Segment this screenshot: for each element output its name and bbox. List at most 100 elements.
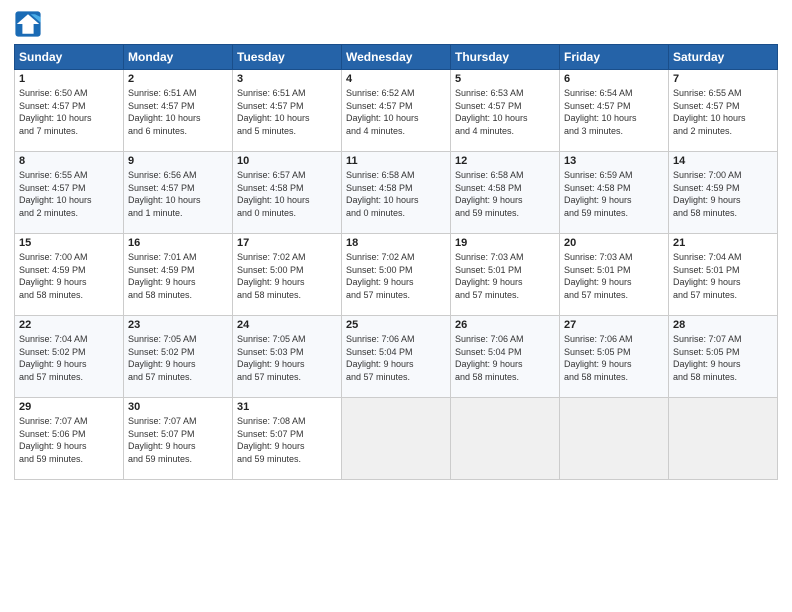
day-number: 9 bbox=[128, 155, 228, 167]
calendar-cell: 22 Sunrise: 7:04 AM Sunset: 5:02 PM Dayli… bbox=[15, 316, 124, 398]
day-number: 1 bbox=[19, 73, 119, 85]
calendar-week-4: 22 Sunrise: 7:04 AM Sunset: 5:02 PM Dayli… bbox=[15, 316, 778, 398]
calendar-cell: 7 Sunrise: 6:55 AM Sunset: 4:57 PM Daylig… bbox=[669, 70, 778, 152]
calendar-cell: 12 Sunrise: 6:58 AM Sunset: 4:58 PM Dayli… bbox=[451, 152, 560, 234]
day-info: Sunrise: 6:52 AM Sunset: 4:57 PM Dayligh… bbox=[346, 87, 446, 137]
day-info: Sunrise: 7:07 AM Sunset: 5:05 PM Dayligh… bbox=[673, 333, 773, 383]
day-number: 24 bbox=[237, 319, 337, 331]
calendar-cell: 5Sunrise: 6:53 AM Sunset: 4:57 PM Daylig… bbox=[451, 70, 560, 152]
day-number: 22 bbox=[19, 319, 119, 331]
day-number: 6 bbox=[564, 73, 664, 85]
day-info: Sunrise: 7:04 AM Sunset: 5:02 PM Dayligh… bbox=[19, 333, 119, 383]
day-number: 15 bbox=[19, 237, 119, 249]
day-info: Sunrise: 6:51 AM Sunset: 4:57 PM Dayligh… bbox=[237, 87, 337, 137]
day-number: 30 bbox=[128, 401, 228, 413]
header bbox=[14, 10, 778, 38]
calendar-cell: 19 Sunrise: 7:03 AM Sunset: 5:01 PM Dayli… bbox=[451, 234, 560, 316]
day-info: Sunrise: 7:06 AM Sunset: 5:05 PM Dayligh… bbox=[564, 333, 664, 383]
col-header-saturday: Saturday bbox=[669, 45, 778, 70]
day-number: 31 bbox=[237, 401, 337, 413]
calendar-cell bbox=[342, 398, 451, 480]
day-info: Sunrise: 7:05 AM Sunset: 5:03 PM Dayligh… bbox=[237, 333, 337, 383]
day-info: Sunrise: 7:03 AM Sunset: 5:01 PM Dayligh… bbox=[455, 251, 555, 301]
calendar-cell: 2 Sunrise: 6:51 AM Sunset: 4:57 PM Daylig… bbox=[124, 70, 233, 152]
calendar-cell: 28 Sunrise: 7:07 AM Sunset: 5:05 PM Dayli… bbox=[669, 316, 778, 398]
day-info: Sunrise: 7:01 AM Sunset: 4:59 PM Dayligh… bbox=[128, 251, 228, 301]
col-header-tuesday: Tuesday bbox=[233, 45, 342, 70]
day-info: Sunrise: 7:05 AM Sunset: 5:02 PM Dayligh… bbox=[128, 333, 228, 383]
day-number: 16 bbox=[128, 237, 228, 249]
day-number: 10 bbox=[237, 155, 337, 167]
calendar-cell: 25Sunrise: 7:06 AM Sunset: 5:04 PM Dayli… bbox=[342, 316, 451, 398]
col-header-monday: Monday bbox=[124, 45, 233, 70]
col-header-wednesday: Wednesday bbox=[342, 45, 451, 70]
page-container: SundayMondayTuesdayWednesdayThursdayFrid… bbox=[0, 0, 792, 488]
calendar-header-row: SundayMondayTuesdayWednesdayThursdayFrid… bbox=[15, 45, 778, 70]
day-number: 4 bbox=[346, 73, 446, 85]
calendar-cell: 10Sunrise: 6:57 AM Sunset: 4:58 PM Dayli… bbox=[233, 152, 342, 234]
day-info: Sunrise: 6:59 AM Sunset: 4:58 PM Dayligh… bbox=[564, 169, 664, 219]
calendar-cell: 24 Sunrise: 7:05 AM Sunset: 5:03 PM Dayli… bbox=[233, 316, 342, 398]
day-number: 26 bbox=[455, 319, 555, 331]
calendar-cell: 1 Sunrise: 6:50 AM Sunset: 4:57 PM Daylig… bbox=[15, 70, 124, 152]
calendar-cell: 21 Sunrise: 7:04 AM Sunset: 5:01 PM Dayli… bbox=[669, 234, 778, 316]
calendar-cell: 31 Sunrise: 7:08 AM Sunset: 5:07 PM Dayli… bbox=[233, 398, 342, 480]
day-number: 2 bbox=[128, 73, 228, 85]
day-info: Sunrise: 6:58 AM Sunset: 4:58 PM Dayligh… bbox=[455, 169, 555, 219]
day-info: Sunrise: 7:03 AM Sunset: 5:01 PM Dayligh… bbox=[564, 251, 664, 301]
day-number: 23 bbox=[128, 319, 228, 331]
calendar-cell: 9 Sunrise: 6:56 AM Sunset: 4:57 PM Daylig… bbox=[124, 152, 233, 234]
day-info: Sunrise: 6:56 AM Sunset: 4:57 PM Dayligh… bbox=[128, 169, 228, 219]
day-info: Sunrise: 7:00 AM Sunset: 4:59 PM Dayligh… bbox=[19, 251, 119, 301]
day-info: Sunrise: 6:54 AM Sunset: 4:57 PM Dayligh… bbox=[564, 87, 664, 137]
day-number: 3 bbox=[237, 73, 337, 85]
day-info: Sunrise: 7:02 AM Sunset: 5:00 PM Dayligh… bbox=[237, 251, 337, 301]
calendar-cell: 18Sunrise: 7:02 AM Sunset: 5:00 PM Dayli… bbox=[342, 234, 451, 316]
calendar-cell: 8 Sunrise: 6:55 AM Sunset: 4:57 PM Daylig… bbox=[15, 152, 124, 234]
logo bbox=[14, 10, 46, 38]
calendar-week-2: 8 Sunrise: 6:55 AM Sunset: 4:57 PM Daylig… bbox=[15, 152, 778, 234]
calendar-cell: 20 Sunrise: 7:03 AM Sunset: 5:01 PM Dayli… bbox=[560, 234, 669, 316]
calendar-cell: 17 Sunrise: 7:02 AM Sunset: 5:00 PM Dayli… bbox=[233, 234, 342, 316]
calendar-cell: 23 Sunrise: 7:05 AM Sunset: 5:02 PM Dayli… bbox=[124, 316, 233, 398]
calendar-cell: 29Sunrise: 7:07 AM Sunset: 5:06 PM Dayli… bbox=[15, 398, 124, 480]
day-number: 14 bbox=[673, 155, 773, 167]
day-info: Sunrise: 7:00 AM Sunset: 4:59 PM Dayligh… bbox=[673, 169, 773, 219]
day-number: 8 bbox=[19, 155, 119, 167]
day-info: Sunrise: 6:51 AM Sunset: 4:57 PM Dayligh… bbox=[128, 87, 228, 137]
day-number: 20 bbox=[564, 237, 664, 249]
day-info: Sunrise: 6:50 AM Sunset: 4:57 PM Dayligh… bbox=[19, 87, 119, 137]
day-number: 28 bbox=[673, 319, 773, 331]
calendar-cell: 4 Sunrise: 6:52 AM Sunset: 4:57 PM Daylig… bbox=[342, 70, 451, 152]
day-info: Sunrise: 7:04 AM Sunset: 5:01 PM Dayligh… bbox=[673, 251, 773, 301]
calendar-cell bbox=[451, 398, 560, 480]
day-number: 18 bbox=[346, 237, 446, 249]
day-info: Sunrise: 6:55 AM Sunset: 4:57 PM Dayligh… bbox=[19, 169, 119, 219]
calendar-cell: 26 Sunrise: 7:06 AM Sunset: 5:04 PM Dayli… bbox=[451, 316, 560, 398]
calendar-cell bbox=[669, 398, 778, 480]
day-number: 11 bbox=[346, 155, 446, 167]
day-number: 12 bbox=[455, 155, 555, 167]
day-number: 17 bbox=[237, 237, 337, 249]
day-info: Sunrise: 7:06 AM Sunset: 5:04 PM Dayligh… bbox=[346, 333, 446, 383]
day-info: Sunrise: 6:55 AM Sunset: 4:57 PM Dayligh… bbox=[673, 87, 773, 137]
calendar-cell: 27 Sunrise: 7:06 AM Sunset: 5:05 PM Dayli… bbox=[560, 316, 669, 398]
day-number: 27 bbox=[564, 319, 664, 331]
calendar-cell: 15 Sunrise: 7:00 AM Sunset: 4:59 PM Dayli… bbox=[15, 234, 124, 316]
day-number: 29 bbox=[19, 401, 119, 413]
day-info: Sunrise: 7:07 AM Sunset: 5:07 PM Dayligh… bbox=[128, 415, 228, 465]
calendar-week-1: 1 Sunrise: 6:50 AM Sunset: 4:57 PM Daylig… bbox=[15, 70, 778, 152]
day-number: 21 bbox=[673, 237, 773, 249]
calendar-week-5: 29Sunrise: 7:07 AM Sunset: 5:06 PM Dayli… bbox=[15, 398, 778, 480]
day-number: 13 bbox=[564, 155, 664, 167]
day-number: 19 bbox=[455, 237, 555, 249]
col-header-thursday: Thursday bbox=[451, 45, 560, 70]
calendar-cell: 11Sunrise: 6:58 AM Sunset: 4:58 PM Dayli… bbox=[342, 152, 451, 234]
col-header-sunday: Sunday bbox=[15, 45, 124, 70]
day-number: 7 bbox=[673, 73, 773, 85]
calendar-week-3: 15 Sunrise: 7:00 AM Sunset: 4:59 PM Dayli… bbox=[15, 234, 778, 316]
day-info: Sunrise: 6:53 AM Sunset: 4:57 PM Dayligh… bbox=[455, 87, 555, 137]
day-info: Sunrise: 7:08 AM Sunset: 5:07 PM Dayligh… bbox=[237, 415, 337, 465]
day-info: Sunrise: 7:06 AM Sunset: 5:04 PM Dayligh… bbox=[455, 333, 555, 383]
col-header-friday: Friday bbox=[560, 45, 669, 70]
